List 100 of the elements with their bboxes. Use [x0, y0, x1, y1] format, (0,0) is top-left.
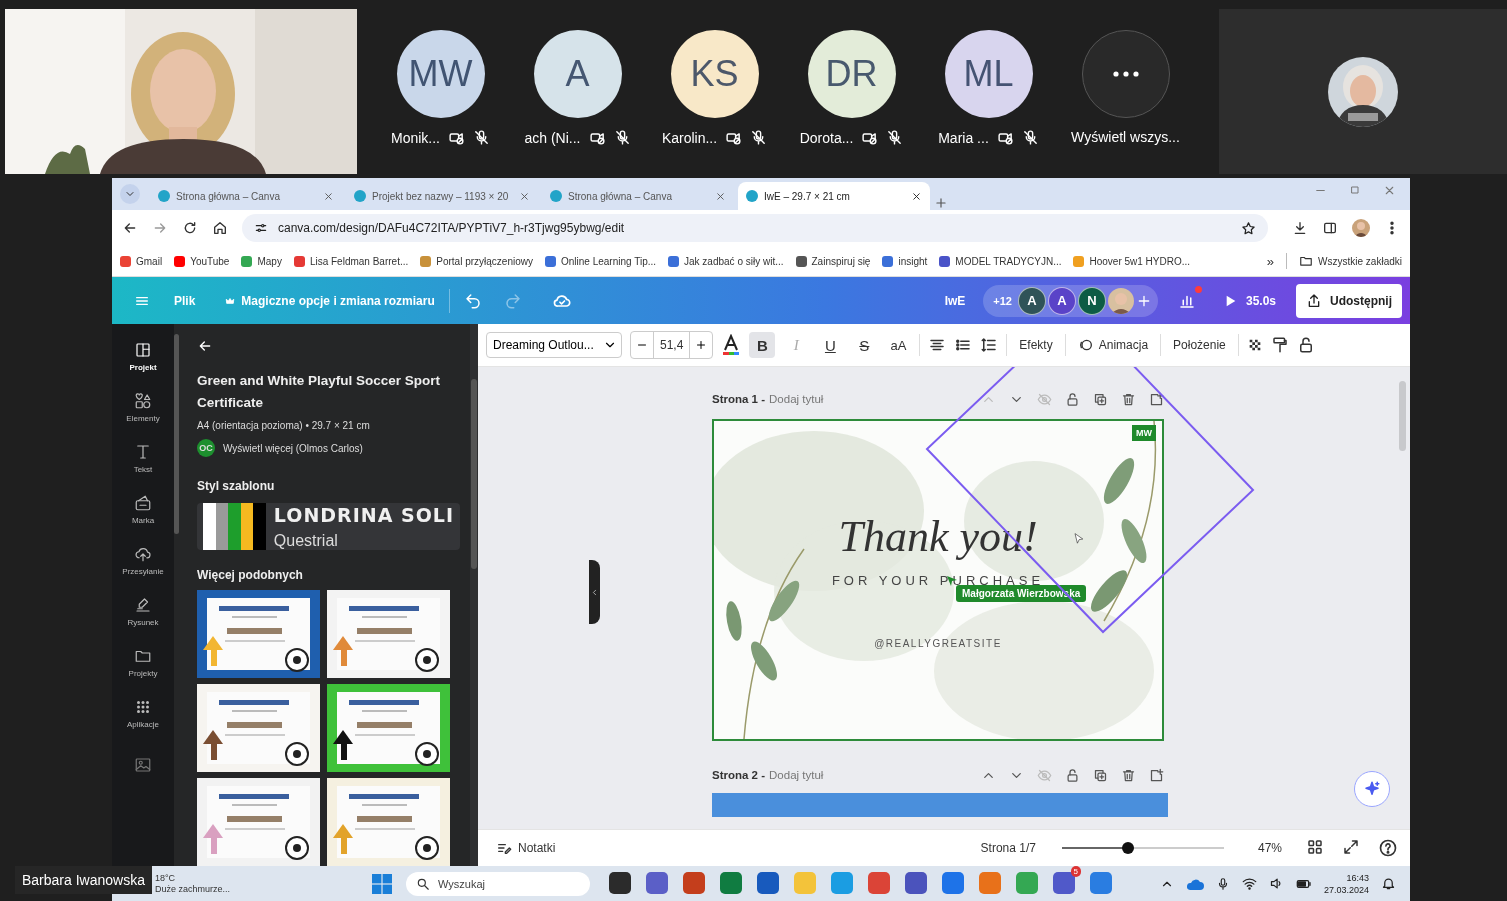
- page-title-field[interactable]: Dodaj tytuł: [769, 769, 824, 781]
- fullscreen-icon[interactable]: [1342, 838, 1360, 856]
- bookmark[interactable]: Gmail: [120, 255, 163, 267]
- bookmark[interactable]: Mapy: [241, 255, 282, 267]
- notes-button[interactable]: Notatki: [490, 839, 562, 857]
- sidebar-item[interactable]: Marka: [114, 491, 172, 528]
- undo-icon[interactable]: [463, 291, 482, 310]
- tab-search-button[interactable]: [120, 184, 140, 204]
- present-button[interactable]: 35.0s: [1215, 291, 1282, 310]
- position-button[interactable]: Położenie: [1169, 338, 1230, 352]
- sidebar-item[interactable]: Projekt: [114, 338, 172, 375]
- image-icon[interactable]: [134, 756, 152, 774]
- side-panel-icon[interactable]: [1322, 220, 1338, 236]
- page-indicator[interactable]: Strona 1/7: [980, 841, 1036, 855]
- magic-button[interactable]: [1354, 771, 1390, 807]
- all-bookmarks[interactable]: Wszystkie zakładki: [1299, 254, 1402, 268]
- browser-tab[interactable]: Strona główna – Canva: [542, 182, 734, 210]
- bookmark[interactable]: Lisa Feldman Barret...: [293, 255, 409, 267]
- download-icon[interactable]: [1292, 220, 1308, 236]
- add-page-icon[interactable]: [1149, 391, 1164, 407]
- delete-icon[interactable]: [1121, 767, 1136, 783]
- star-icon[interactable]: [1241, 220, 1256, 236]
- template-style-card[interactable]: LONDRINA SOLI Questrial: [197, 503, 460, 550]
- share-button[interactable]: Udostępnij: [1296, 283, 1402, 318]
- cloud-icon[interactable]: [1185, 877, 1204, 890]
- bookmark[interactable]: YouTube: [174, 255, 230, 267]
- home-icon[interactable]: [212, 220, 228, 236]
- app-icon[interactable]: [757, 871, 779, 894]
- clock-date[interactable]: 27.03.2024: [1323, 883, 1369, 896]
- clock-time[interactable]: 16:43: [1346, 871, 1369, 884]
- wifi-icon[interactable]: [1241, 876, 1257, 891]
- reload-icon[interactable]: [182, 220, 198, 236]
- document-name[interactable]: IwE: [944, 293, 966, 308]
- collaborator-avatar[interactable]: A: [1017, 286, 1046, 315]
- duplicate-icon[interactable]: [1093, 391, 1108, 407]
- forward-icon[interactable]: [152, 220, 168, 236]
- font-size-control[interactable]: 51,4: [630, 331, 714, 359]
- sidebar-item[interactable]: Aplikacje: [114, 695, 172, 732]
- bookmark[interactable]: Portal przyłączeniowy: [420, 255, 533, 267]
- avatar[interactable]: ML: [944, 30, 1033, 118]
- effects-button[interactable]: Efekty: [1015, 338, 1057, 352]
- search-field[interactable]: Wyszukaj: [406, 871, 590, 896]
- text-style-button[interactable]: aA: [885, 332, 912, 358]
- text-style-button[interactable]: U: [817, 332, 844, 358]
- handle-text[interactable]: @REALLYGREATSITE: [874, 638, 1002, 649]
- collaborator-avatar[interactable]: A: [1047, 286, 1076, 315]
- animate-button[interactable]: Animacja: [1073, 337, 1153, 353]
- new-tab-icon[interactable]: [934, 196, 948, 210]
- bookmark[interactable]: Jak zadbać o siły wit...: [668, 255, 784, 267]
- notification-icon[interactable]: [1381, 876, 1396, 891]
- paint-roller-icon[interactable]: [1270, 336, 1289, 354]
- text-style-button[interactable]: B: [749, 332, 776, 358]
- avatar[interactable]: KS: [670, 30, 759, 118]
- help-icon[interactable]: [1378, 838, 1398, 858]
- lock-icon[interactable]: [1065, 391, 1080, 407]
- author-link[interactable]: Wyświetl więcej (Olmos Carlos): [223, 442, 363, 454]
- avatar[interactable]: MW: [396, 30, 485, 118]
- bookmarks-overflow[interactable]: »: [1266, 253, 1275, 269]
- app-icon[interactable]: [609, 871, 631, 894]
- back-icon[interactable]: [197, 338, 213, 354]
- zoom-level[interactable]: 47%: [1257, 841, 1282, 855]
- weather-temperature[interactable]: 18°C: [155, 872, 372, 884]
- browser-tab[interactable]: IwE – 29.7 × 21 cm: [738, 182, 930, 210]
- weather-text[interactable]: Duże zachmurze...: [155, 883, 372, 895]
- scrollbar[interactable]: [471, 379, 477, 569]
- zoom-thumb[interactable]: [1122, 842, 1135, 854]
- text-color-icon[interactable]: [721, 334, 742, 356]
- text-style-button[interactable]: S: [851, 332, 878, 358]
- duplicate-icon[interactable]: [1093, 767, 1108, 783]
- sidebar-item[interactable]: Projekty: [114, 644, 172, 681]
- back-icon[interactable]: [122, 220, 138, 236]
- lock-icon[interactable]: [1065, 767, 1080, 783]
- collaborator-avatar[interactable]: N: [1077, 286, 1106, 315]
- avatar[interactable]: DR: [807, 30, 896, 118]
- sidebar-item[interactable]: Elementy: [114, 389, 172, 426]
- bookmark[interactable]: Zainspiruj się: [795, 255, 871, 267]
- sidebar-item[interactable]: Przesyłanie: [114, 542, 172, 579]
- line-spacing-icon[interactable]: [980, 336, 999, 354]
- sidebar-item[interactable]: Rysunek: [114, 593, 172, 630]
- view-all-label[interactable]: Wyświetl wszys...: [1071, 129, 1180, 145]
- bookmark[interactable]: MODEL TRADYCYJN...: [939, 255, 1062, 267]
- collapse-handle[interactable]: [589, 560, 600, 624]
- bookmark[interactable]: Hoover 5w1 HYDRO...: [1073, 255, 1191, 267]
- page-title-field[interactable]: Dodaj tytuł: [769, 393, 824, 405]
- close-icon[interactable]: [911, 190, 922, 202]
- bookmark[interactable]: Online Learning Tip...: [544, 255, 657, 267]
- browser-tab[interactable]: Strona główna – Canva: [150, 182, 342, 210]
- bookmark[interactable]: insight: [882, 255, 928, 267]
- grid-view-icon[interactable]: [1306, 838, 1324, 856]
- maximize-icon[interactable]: [1349, 183, 1361, 196]
- font-dropdown[interactable]: Dreaming Outlou...: [486, 332, 622, 358]
- windows-icon[interactable]: [372, 873, 392, 894]
- avatar[interactable]: A: [533, 30, 622, 118]
- sidebar-item[interactable]: Tekst: [114, 440, 172, 477]
- app-icon[interactable]: [905, 871, 927, 894]
- collaborator-count[interactable]: +12: [989, 294, 1016, 307]
- add-page-icon[interactable]: [1149, 767, 1164, 783]
- browser-tab[interactable]: Projekt bez nazwy – 1193 × 20: [346, 182, 538, 210]
- delete-icon[interactable]: [1121, 391, 1136, 407]
- scrollbar[interactable]: [174, 334, 179, 534]
